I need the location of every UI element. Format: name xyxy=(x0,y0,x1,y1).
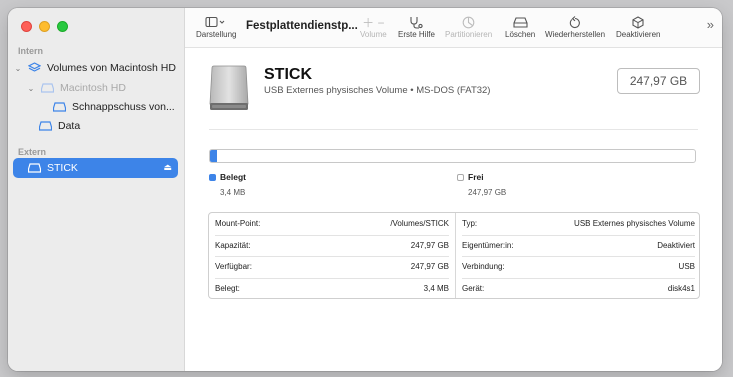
unmount-button[interactable]: Deaktivieren xyxy=(616,14,660,39)
layers-icon xyxy=(26,62,42,74)
legend-used-label: Belegt xyxy=(220,172,246,182)
legend-used-value: 3,4 MB xyxy=(220,188,246,197)
sidebar: Intern ⌄ Volumes von Macintosh HD ⌄ Maci… xyxy=(8,8,185,371)
sidebar-item-volumes-macintosh-hd[interactable]: ⌄ Volumes von Macintosh HD xyxy=(13,58,178,78)
info-row: Verfügbar: 247,97 GB xyxy=(215,256,449,278)
info-row: Eigentümer:in: Deaktiviert xyxy=(462,235,695,257)
close-window-button[interactable] xyxy=(21,21,32,32)
info-row: Verbindung: USB xyxy=(462,256,695,278)
volume-button-label: Volume xyxy=(360,30,387,39)
divider xyxy=(209,129,698,130)
partition-button-label: Partitionieren xyxy=(445,30,493,39)
legend-free: Frei xyxy=(457,172,484,182)
legend-free-value: 247,97 GB xyxy=(468,188,507,197)
info-row: Typ: USB Externes physisches Volume xyxy=(462,213,695,235)
info-value: 3,4 MB xyxy=(423,283,449,293)
eject-icon[interactable]: ⏏ xyxy=(163,162,172,173)
sidebar-item-label: Data xyxy=(58,120,81,132)
zoom-window-button[interactable] xyxy=(57,21,68,32)
legend-used: Belegt xyxy=(209,172,246,182)
partition-button[interactable]: Partitionieren xyxy=(445,14,492,39)
info-key: Verfügbar: xyxy=(215,262,252,272)
info-key: Typ: xyxy=(462,219,478,229)
sidebar-item-label: Volumes von Macintosh HD xyxy=(47,62,176,74)
info-value: /Volumes/STICK xyxy=(390,219,449,229)
info-key: Belegt: xyxy=(215,283,240,293)
erase-button-label: Löschen xyxy=(505,30,536,39)
unmount-icon xyxy=(632,14,644,30)
info-value: disk4s1 xyxy=(667,283,695,293)
sidebar-item-data[interactable]: Data xyxy=(34,116,178,136)
view-button-label: Darstellung xyxy=(196,30,237,39)
info-row: Gerät: disk4s1 xyxy=(462,278,695,300)
info-value: 247,97 GB xyxy=(410,240,449,250)
restore-icon xyxy=(569,14,581,30)
info-table: Mount-Point: /Volumes/STICK Kapazität: 247… xyxy=(208,212,700,299)
info-key: Eigentümer:in: xyxy=(462,240,514,250)
info-row: Kapazität: 247,97 GB xyxy=(215,235,449,257)
info-key: Gerät: xyxy=(462,283,485,293)
minimize-window-button[interactable] xyxy=(39,21,50,32)
sidebar-item-snapshot[interactable]: Schnappschuss von... xyxy=(48,97,178,117)
more-toolbar-items-icon[interactable]: » xyxy=(707,17,714,32)
restore-button[interactable]: Wiederherstellen xyxy=(545,14,605,39)
info-value: USB xyxy=(678,262,695,272)
usage-bar-fill xyxy=(210,150,217,162)
disk-utility-window: Intern ⌄ Volumes von Macintosh HD ⌄ Maci… xyxy=(8,8,722,371)
drive-icon xyxy=(26,162,42,174)
info-value: USB Externes physisches Volume xyxy=(574,219,695,229)
volume-size-box: 247,97 GB xyxy=(617,68,700,94)
main-content: STICK USB Externes physisches Volume • M… xyxy=(185,48,722,371)
sidebar-item-label: Schnappschuss von... xyxy=(72,101,175,113)
erase-button[interactable]: Löschen xyxy=(505,14,535,39)
sidebar-item-stick[interactable]: STICK ⏏ xyxy=(13,158,178,178)
info-key: Mount-Point: xyxy=(215,219,261,229)
drive-icon xyxy=(39,82,55,94)
info-key: Kapazität: xyxy=(215,240,251,250)
sidebar-item-label: Macintosh HD xyxy=(60,82,126,94)
erase-drive-icon xyxy=(513,14,528,30)
volume-subtitle: USB Externes physisches Volume • MS-DOS … xyxy=(264,85,491,96)
info-key: Verbindung: xyxy=(462,262,505,272)
volume-button[interactable]: ＋ − Volume xyxy=(360,14,387,40)
chevron-down-icon[interactable]: ⌄ xyxy=(26,84,36,93)
info-row: Belegt: 3,4 MB xyxy=(215,278,449,300)
sidebar-item-label: STICK xyxy=(47,162,78,174)
toolbar: Darstellung Festplattendienstp... ＋ − Vo… xyxy=(185,8,722,48)
window-controls xyxy=(21,21,68,32)
external-drive-icon xyxy=(209,64,249,112)
stethoscope-icon xyxy=(409,14,424,30)
sidebar-toggle-icon xyxy=(205,14,227,30)
plus-minus-icon: ＋ − xyxy=(362,15,385,30)
chevron-down-icon[interactable]: ⌄ xyxy=(13,64,23,73)
restore-button-label: Wiederherstellen xyxy=(545,30,606,39)
info-row: Mount-Point: /Volumes/STICK xyxy=(215,213,449,235)
pie-chart-icon xyxy=(462,14,475,30)
usage-bar xyxy=(209,149,696,163)
info-column-right: Typ: USB Externes physisches Volume Eigen… xyxy=(455,213,701,298)
drive-icon xyxy=(51,101,67,113)
free-swatch xyxy=(457,173,464,181)
info-value: Deaktiviert xyxy=(657,240,695,250)
info-column-left: Mount-Point: /Volumes/STICK Kapazität: 247… xyxy=(209,213,455,298)
view-button[interactable]: Darstellung xyxy=(196,14,236,39)
section-label-internal: Intern xyxy=(18,46,44,56)
first-aid-button-label: Erste Hilfe xyxy=(398,30,435,39)
volume-name: STICK xyxy=(264,66,312,83)
drive-icon xyxy=(37,120,53,132)
first-aid-button[interactable]: Erste Hilfe xyxy=(398,14,435,39)
window-title: Festplattendienstp... xyxy=(246,20,358,32)
sidebar-item-macintosh-hd[interactable]: ⌄ Macintosh HD xyxy=(26,78,178,98)
unmount-button-label: Deaktivieren xyxy=(616,30,661,39)
used-swatch xyxy=(209,173,216,181)
legend-free-label: Frei xyxy=(468,172,484,182)
volume-size: 247,97 GB xyxy=(629,74,688,88)
section-label-external: Extern xyxy=(18,147,47,157)
info-value: 247,97 GB xyxy=(410,262,449,272)
